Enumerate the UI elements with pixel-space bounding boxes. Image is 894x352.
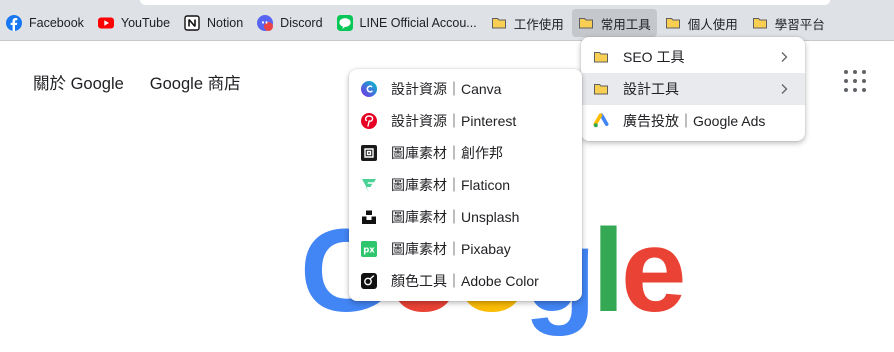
folder-icon [578,15,594,31]
chuangzuobang-icon [361,145,377,161]
google-store-link[interactable]: Google 商店 [150,70,241,94]
bookmark-line[interactable]: LINE Official Accou... [331,9,483,37]
about-google-link[interactable]: 關於 Google [33,70,124,94]
discord-icon [257,15,274,31]
flaticon-icon [361,177,377,193]
bookmark-folder-learning[interactable]: 學習平台 [746,9,831,37]
bookmark-folder-tools[interactable]: 常用工具 [571,9,657,37]
menu-item-design-tools[interactable]: 設計工具 [581,73,805,105]
menu-item-label: 圖庫素材｜創作邦 [391,145,503,161]
menu-item-chuangzuobang[interactable]: 圖庫素材｜創作邦 [349,137,582,169]
bookmark-discord[interactable]: Discord [251,9,328,37]
bookmark-youtube[interactable]: YouTube [92,9,176,37]
bookmark-label: Facebook [29,16,84,30]
menu-item-pixabay[interactable]: px 圖庫素材｜Pixabay [349,233,582,265]
bookmark-folder-personal[interactable]: 個人使用 [659,9,744,37]
pinterest-icon [361,113,377,129]
chevron-right-icon [777,82,791,96]
bookmark-notion[interactable]: Notion [178,9,249,37]
logo-letter: e [620,205,687,337]
menu-item-google-ads[interactable]: 廣告投放｜Google Ads [581,105,805,137]
menu-item-unsplash[interactable]: 圖庫素材｜Unsplash [349,201,582,233]
menu-item-flaticon[interactable]: 圖庫素材｜Flaticon [349,169,582,201]
folder-icon [491,15,507,31]
line-icon [336,15,353,31]
bookmark-label: Notion [207,16,244,30]
menu-item-label: 圖庫素材｜Unsplash [391,209,520,225]
unsplash-icon [361,209,377,225]
bookmarks-bar: Facebook YouTube Notion Discord LINE Off… [0,6,894,41]
menu-item-adobe-color[interactable]: 顏色工具｜Adobe Color [349,265,582,297]
folder-icon [593,81,609,97]
pixabay-icon: px [361,241,377,257]
notion-icon [184,15,200,31]
menu-item-label: 廣告投放｜Google Ads [623,113,766,129]
canva-icon [361,81,377,97]
menu-item-label: 圖庫素材｜Pixabay [391,241,511,257]
design-tools-menu: 設計資源｜Canva 設計資源｜Pinterest 圖庫素材｜創作邦 圖庫素材｜… [349,69,582,301]
bookmark-label: 學習平台 [774,17,825,32]
menu-item-pinterest[interactable]: 設計資源｜Pinterest [349,105,582,137]
menu-item-label: 顏色工具｜Adobe Color [391,273,539,289]
chevron-right-icon [777,50,791,64]
google-header-links: 關於 Google Google 商店 [33,70,241,94]
facebook-icon [6,15,22,31]
address-bar-edge [140,0,830,5]
google-ads-icon [593,113,609,129]
apps-grid-icon[interactable] [844,70,866,92]
bookmark-label: Discord [280,16,323,30]
menu-item-label: 設計工具 [623,81,679,97]
menu-item-label: 設計資源｜Pinterest [391,113,517,129]
menu-item-label: 設計資源｜Canva [391,81,502,97]
bookmark-label: 工作使用 [513,17,564,32]
logo-letter: l [592,205,625,337]
menu-item-seo-tools[interactable]: SEO 工具 [581,41,805,73]
tools-folder-menu: SEO 工具 設計工具 廣告投放｜Google Ads [581,37,805,141]
bookmark-label: 常用工具 [600,17,651,32]
youtube-icon [97,15,114,31]
menu-item-canva[interactable]: 設計資源｜Canva [349,73,582,105]
bookmark-label: 個人使用 [687,17,738,32]
bookmark-folder-work[interactable]: 工作使用 [485,9,570,37]
svg-text:px: px [363,246,375,256]
bookmark-label: LINE Official Accou... [359,16,477,30]
folder-icon [665,15,681,31]
folder-icon [752,15,768,31]
bookmark-facebook[interactable]: Facebook [0,9,90,37]
bookmark-label: YouTube [120,16,171,30]
folder-icon [593,49,609,65]
menu-item-label: 圖庫素材｜Flaticon [391,177,511,193]
menu-item-label: SEO 工具 [623,49,685,65]
adobe-color-icon [361,273,377,289]
